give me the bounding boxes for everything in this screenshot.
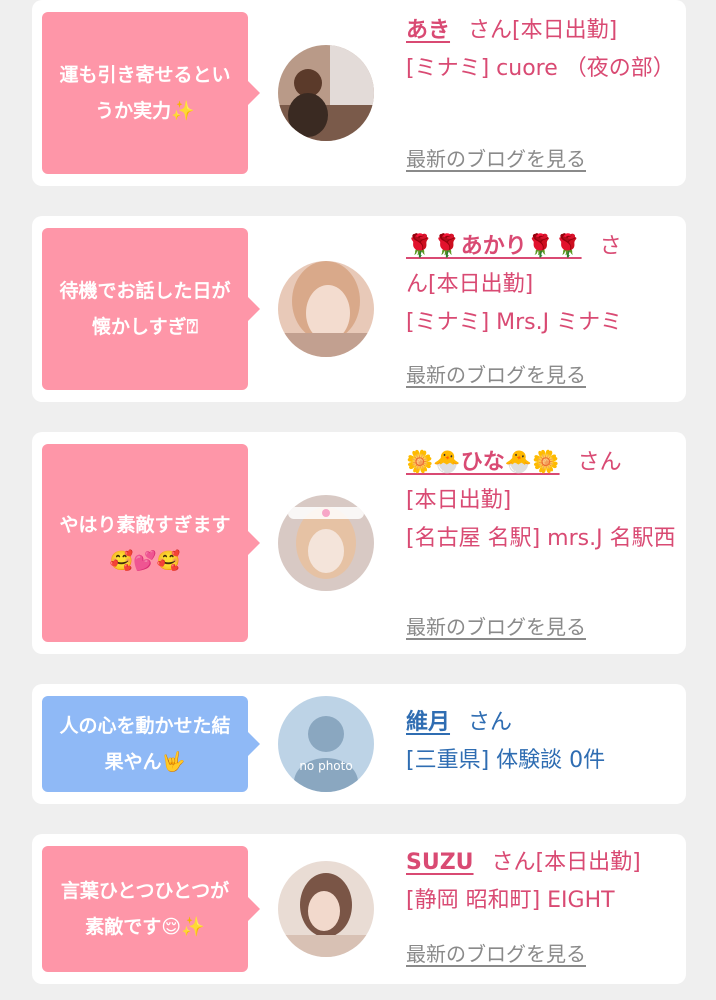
avatar[interactable]: no photo bbox=[278, 696, 374, 792]
latest-blog-link[interactable]: 最新のブログを見る bbox=[406, 359, 586, 388]
review-count: [三重県] 体験談 0件 bbox=[406, 748, 606, 773]
reviewer-name-link[interactable]: あき bbox=[406, 18, 450, 43]
latest-blog-link[interactable]: 最新のブログを見る bbox=[406, 611, 586, 640]
shop-name: [ミナミ] Mrs.J ミナミ bbox=[406, 310, 623, 335]
reviewer-name-link[interactable]: SUZU bbox=[406, 850, 474, 875]
reviewer-info: 維月 さん [三重県] 体験談 0件 bbox=[406, 704, 676, 780]
review-card: 人の心を動かせた結果やん🤟 no photo 維月 さん [三重県] 体験談 0件 bbox=[32, 684, 686, 804]
honorific: さん[本日出勤] bbox=[491, 850, 641, 875]
honorific: さん bbox=[577, 450, 622, 475]
shop-name: [ミナミ] cuore （夜の部） bbox=[406, 56, 675, 81]
comment-bubble: 人の心を動かせた結果やん🤟 bbox=[42, 696, 260, 792]
honorific: さん bbox=[468, 710, 513, 735]
comment-bubble: 言葉ひとつひとつが素敵です😌✨ bbox=[42, 846, 260, 972]
review-card: 運も引き寄せるというか実力✨ あき さん[本日出勤] [ミナミ] cuore （夜… bbox=[32, 0, 686, 186]
reviewer-info: あき さん[本日出勤] [ミナミ] cuore （夜の部） bbox=[406, 12, 676, 88]
avatar-photo bbox=[278, 861, 374, 957]
work-status: ん[本日出勤] bbox=[406, 272, 534, 297]
review-card: 言葉ひとつひとつが素敵です😌✨ SUZU さん[本日出勤] [静岡 昭和町] EI… bbox=[32, 834, 686, 984]
shop-name: [名古屋 名駅] mrs.J 名駅西 bbox=[406, 526, 676, 551]
review-card: 待機でお話した日が懐かしすぎ⍰ 🌹🌹あかり🌹🌹 さ ん[本日出勤] [ミナミ] M… bbox=[32, 216, 686, 402]
comment-text: 運も引き寄せるというか実力✨ bbox=[59, 64, 231, 122]
shop-name: [静岡 昭和町] EIGHT bbox=[406, 888, 615, 913]
no-photo-label: no photo bbox=[299, 759, 352, 773]
review-card: やはり素敵すぎます🥰💕🥰 🌼🐣ひな🐣🌼 さん [本日出勤] [名古屋 名駅] mr… bbox=[32, 432, 686, 654]
work-status: [本日出勤] bbox=[406, 488, 512, 513]
reviewer-name-link[interactable]: 維月 bbox=[406, 710, 450, 735]
reviewer-name-link[interactable]: 🌼🐣ひな🐣🌼 bbox=[406, 450, 560, 475]
latest-blog-link[interactable]: 最新のブログを見る bbox=[406, 938, 586, 967]
reviewer-info: 🌹🌹あかり🌹🌹 さ ん[本日出勤] [ミナミ] Mrs.J ミナミ bbox=[406, 228, 676, 342]
avatar[interactable] bbox=[278, 495, 374, 591]
reviewer-name-link[interactable]: 🌹🌹あかり🌹🌹 bbox=[406, 234, 582, 259]
honorific: さ bbox=[599, 234, 622, 259]
comment-bubble: 待機でお話した日が懐かしすぎ⍰ bbox=[42, 228, 260, 390]
honorific: さん bbox=[468, 18, 513, 43]
comment-text: 言葉ひとつひとつが素敵です😌✨ bbox=[60, 880, 230, 938]
avatar[interactable] bbox=[278, 861, 374, 957]
reviewer-info: 🌼🐣ひな🐣🌼 さん [本日出勤] [名古屋 名駅] mrs.J 名駅西 bbox=[406, 444, 676, 558]
comment-text: やはり素敵すぎます🥰💕🥰 bbox=[59, 514, 231, 572]
comment-text: 人の心を動かせた結果やん🤟 bbox=[59, 715, 231, 773]
avatar-photo bbox=[278, 45, 374, 141]
latest-blog-link[interactable]: 最新のブログを見る bbox=[406, 143, 586, 172]
avatar[interactable] bbox=[278, 45, 374, 141]
comment-text: 待機でお話した日が懐かしすぎ⍰ bbox=[59, 280, 231, 338]
avatar[interactable] bbox=[278, 261, 374, 357]
work-status: [本日出勤] bbox=[512, 18, 618, 43]
comment-bubble: やはり素敵すぎます🥰💕🥰 bbox=[42, 444, 260, 642]
avatar-photo bbox=[278, 261, 374, 357]
comment-bubble: 運も引き寄せるというか実力✨ bbox=[42, 12, 260, 174]
reviewer-info: SUZU さん[本日出勤] [静岡 昭和町] EIGHT bbox=[406, 844, 676, 920]
no-photo-icon: no photo bbox=[278, 696, 374, 792]
avatar-photo bbox=[278, 495, 374, 591]
